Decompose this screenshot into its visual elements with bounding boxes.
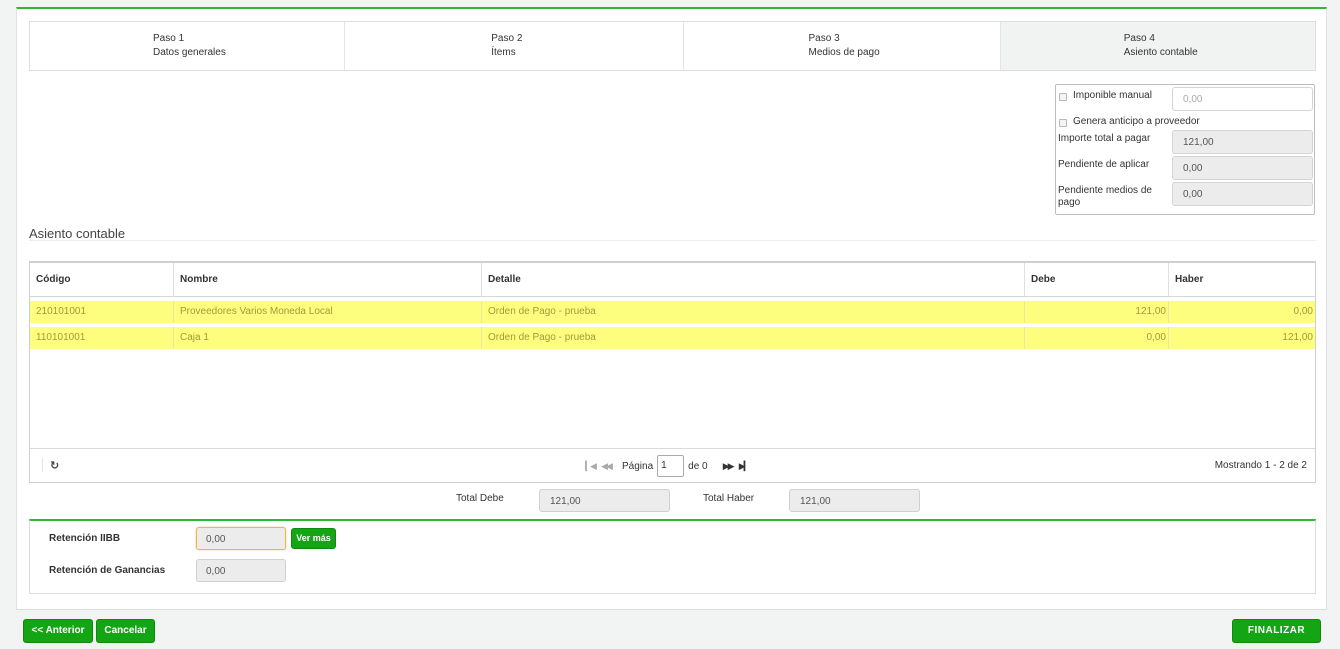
section-divider [29, 240, 1316, 241]
refresh-icon[interactable]: ↻ [50, 460, 62, 472]
column-nombre[interactable]: Nombre [174, 263, 482, 296]
step-3-title: Paso 3 [808, 33, 840, 44]
ver-mas-button[interactable]: Ver más [291, 528, 336, 549]
finalizar-button[interactable]: FINALIZAR [1232, 619, 1321, 643]
main-panel: Paso 1 Datos generales Paso 2 Ítems Paso… [16, 7, 1327, 610]
step-3-label: Medios de pago [808, 47, 880, 58]
cell-nombre: Proveedores Varios Moneda Local [174, 301, 482, 323]
cell-haber: 0,00 [1293, 306, 1313, 317]
table-row[interactable]: 110101001 Caja 1 Orden de Pago - prueba … [30, 327, 1315, 349]
cell-nombre: Caja 1 [174, 327, 482, 349]
pendiente-medios-field: 0,00 [1172, 182, 1313, 206]
cell-debe: 0,00 [1025, 327, 1169, 349]
genera-anticipo-label: Genera anticipo a proveedor [1073, 116, 1200, 127]
cell-codigo: 110101001 [30, 327, 174, 349]
grid-pager: ↻ ▎◀ ◀◀ Página 1 de 0 ▶▶ ▶▎ Mostrando 1 … [30, 448, 1315, 482]
cancelar-button[interactable]: Cancelar [96, 619, 155, 643]
imponible-manual-label: Imponible manual [1073, 90, 1152, 101]
retenciones-panel: Retención IIBB 0,00 Ver más Retención de… [29, 519, 1316, 594]
total-haber-label: Total Haber [703, 493, 755, 504]
retencion-iibb-label: Retención IIBB [49, 533, 121, 544]
step-2-title: Paso 2 [491, 33, 523, 44]
column-haber[interactable]: Haber [1169, 263, 1315, 296]
cell-detalle: Orden de Pago - prueba [482, 327, 1025, 349]
pendiente-medios-label: Pendiente medios de pago [1058, 185, 1152, 209]
payment-summary: Imponible manual 0,00 Genera anticipo a … [1055, 84, 1315, 215]
importe-total-label: Importe total a pagar [1058, 133, 1151, 144]
table-row[interactable]: 210101001 Proveedores Varios Moneda Loca… [30, 301, 1315, 323]
last-page-icon[interactable]: ▶▎ [736, 461, 752, 472]
records-count: Mostrando 1 - 2 de 2 [1214, 460, 1307, 471]
step-1-title: Paso 1 [153, 33, 185, 44]
page-of-label: de 0 [688, 460, 708, 472]
column-detalle[interactable]: Detalle [482, 263, 1025, 296]
cell-codigo: 210101001 [30, 301, 174, 323]
pager-controls: ▎◀ ◀◀ Página 1 de 0 ▶▶ ▶▎ [582, 454, 752, 478]
step-1-label: Datos generales [153, 47, 226, 58]
total-debe-label: Total Debe [456, 493, 504, 504]
retencion-ganancias-field: 0,00 [196, 559, 286, 582]
imponible-manual-input[interactable]: 0,00 [1172, 87, 1313, 111]
cell-detalle: Orden de Pago - prueba [482, 301, 1025, 323]
pendiente-aplicar-label: Pendiente de aplicar [1058, 159, 1150, 170]
imponible-manual-checkbox[interactable] [1059, 93, 1067, 101]
column-debe[interactable]: Debe [1025, 263, 1169, 296]
wizard-steps: Paso 1 Datos generales Paso 2 Ítems Paso… [29, 21, 1316, 71]
step-4-title: Paso 4 [1123, 33, 1155, 44]
total-debe-field: 121,00 [539, 489, 670, 512]
importe-total-field: 121,00 [1172, 130, 1313, 154]
pendiente-medios-label-line2: pago [1058, 197, 1081, 208]
pager-separator [42, 458, 43, 472]
anterior-button[interactable]: << Anterior [23, 619, 93, 643]
next-page-icon[interactable]: ▶▶ [720, 461, 736, 472]
column-codigo[interactable]: Código [30, 263, 174, 296]
page-input[interactable]: 1 [657, 455, 685, 477]
step-3[interactable]: Paso 3 Medios de pago [683, 22, 1001, 70]
pendiente-medios-label-line1: Pendiente medios de [1058, 185, 1152, 196]
retencion-ganancias-label: Retención de Ganancias [49, 565, 166, 576]
first-page-icon[interactable]: ▎◀ [582, 461, 598, 472]
total-haber-field: 121,00 [789, 489, 920, 512]
asiento-grid: Código Nombre Detalle Debe Haber 2101010… [29, 261, 1316, 483]
step-2[interactable]: Paso 2 Ítems [345, 22, 684, 70]
cell-debe: 121,00 [1025, 301, 1169, 323]
section-title: Asiento contable [29, 226, 126, 241]
cell-haber: 121,00 [1282, 332, 1313, 343]
genera-anticipo-checkbox[interactable] [1059, 119, 1067, 127]
page-label: Página [622, 460, 654, 472]
grid-header: Código Nombre Detalle Debe Haber [30, 263, 1315, 297]
step-1[interactable]: Paso 1 Datos generales [30, 22, 346, 70]
prev-page-icon[interactable]: ◀◀ [598, 461, 614, 472]
step-2-label: Ítems [491, 47, 516, 58]
step-4[interactable]: Paso 4 Asiento contable [1000, 22, 1315, 70]
retencion-iibb-input[interactable]: 0,00 [196, 527, 286, 550]
step-4-label: Asiento contable [1123, 47, 1198, 58]
pendiente-aplicar-field: 0,00 [1172, 156, 1313, 180]
